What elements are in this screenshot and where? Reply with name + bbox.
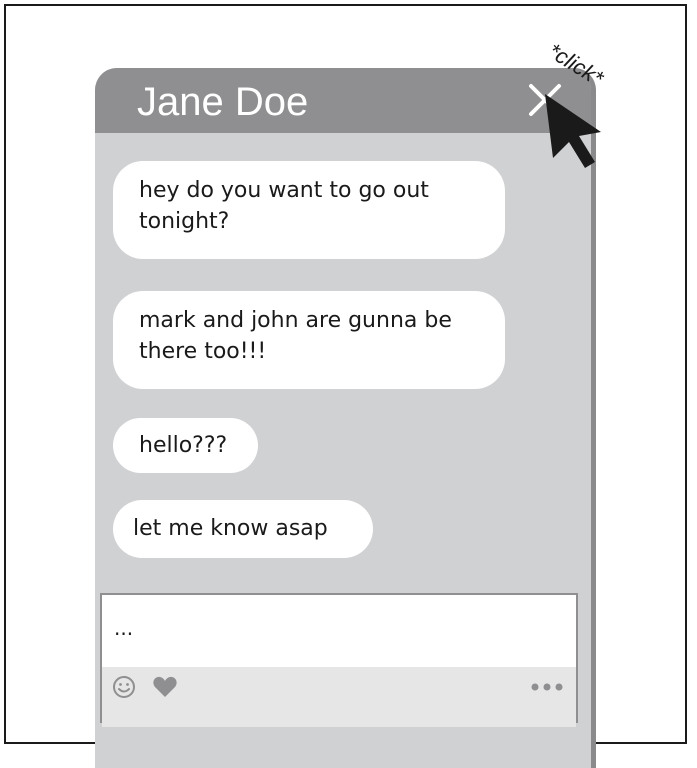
message-bubble: mark and john are gunna be there too!!! — [113, 291, 505, 389]
message-bubble: let me know asap — [113, 500, 373, 558]
heart-icon[interactable] — [152, 675, 178, 699]
message-bubble: hey do you want to go out tonight? — [113, 161, 505, 259]
message-bubble: hello??? — [113, 418, 258, 473]
message-composer — [100, 593, 578, 727]
message-text: let me know asap — [133, 516, 328, 541]
mouse-cursor-icon — [545, 94, 601, 168]
message-text: hey do you want to go out tonight? — [139, 178, 429, 234]
message-text: mark and john are gunna be there too!!! — [139, 308, 452, 364]
contact-name: Jane Doe — [137, 80, 309, 124]
smiley-icon[interactable] — [112, 675, 136, 699]
chat-header: Jane Doe — [95, 68, 591, 133]
more-dots-icon[interactable] — [530, 675, 564, 699]
message-input[interactable] — [114, 613, 554, 643]
composer-toolbar — [102, 667, 576, 727]
message-text: hello??? — [139, 433, 228, 458]
